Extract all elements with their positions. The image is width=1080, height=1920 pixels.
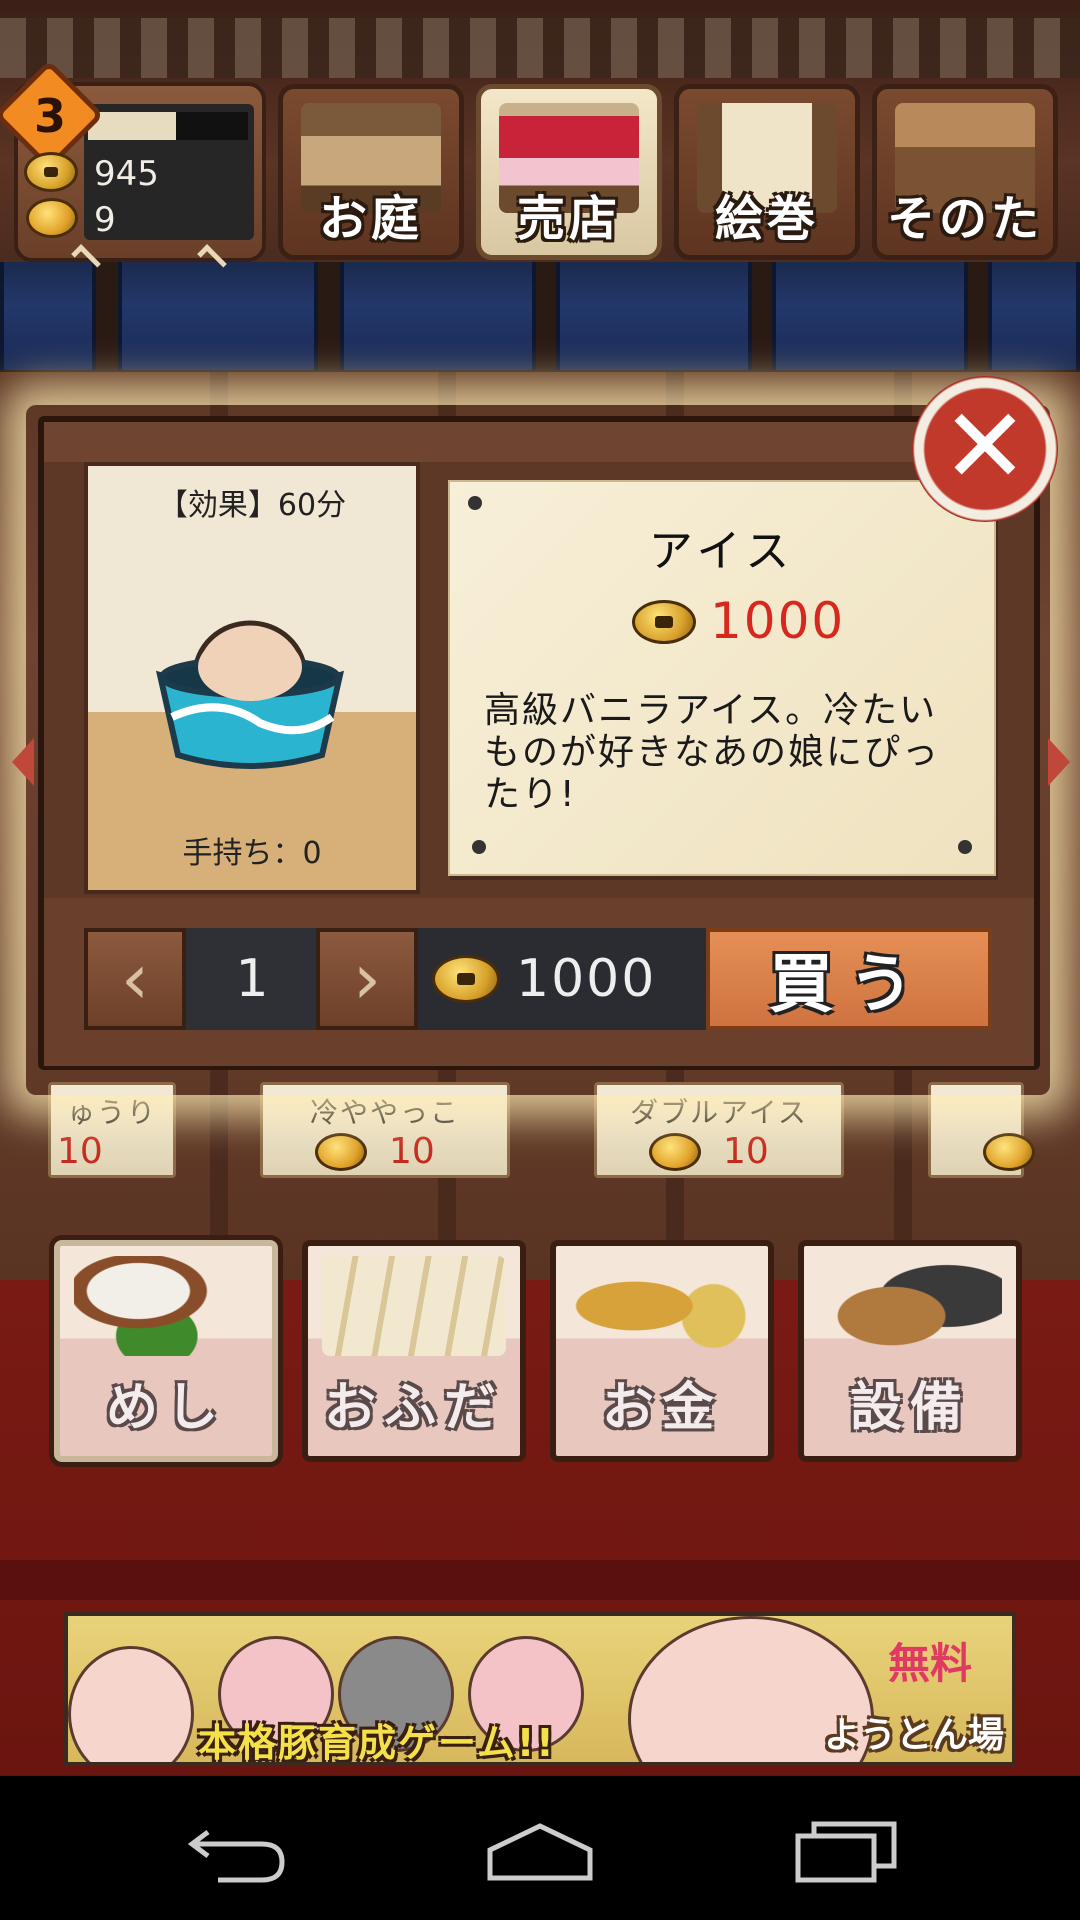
chevron-right-icon: › [353, 938, 381, 1020]
tab-garden-label: お庭 [318, 191, 423, 247]
prev-page-arrow-icon[interactable] [12, 738, 34, 786]
tab-other-label: そのた [886, 191, 1043, 247]
tab-other[interactable]: そのた [872, 84, 1058, 260]
ad-banner[interactable]: 本格豚育成ゲーム!! 無料 ようとん場 [64, 1612, 1016, 1766]
gold-count: 9 [94, 200, 116, 240]
shelf-item-price: 10 [57, 1131, 103, 1172]
pin-icon [472, 840, 486, 854]
category-food-label: めし [105, 1378, 226, 1438]
noren-curtain [0, 262, 96, 370]
gold-koban-icon [315, 1133, 367, 1171]
close-button[interactable]: ✕ [912, 376, 1058, 522]
category-equipment-label: 設備 [849, 1378, 970, 1438]
chevron-left-icon: ‹ [121, 938, 149, 1020]
shelf-item-tag[interactable] [928, 1082, 1035, 1178]
talisman-icon [322, 1256, 506, 1356]
item-name: アイス [648, 526, 796, 577]
gold-koban-icon [983, 1133, 1035, 1171]
noren-curtain [988, 262, 1080, 370]
ad-free-label: 無料 [887, 1639, 972, 1688]
back-icon[interactable] [178, 1810, 298, 1890]
category-money-label: お金 [601, 1378, 722, 1438]
pig-icon [68, 1646, 194, 1762]
ice-cream-icon [155, 620, 345, 769]
category-talisman-label: おふだ [323, 1378, 504, 1438]
equipment-icon [818, 1256, 1002, 1356]
pin-icon [958, 840, 972, 854]
total-price-box: 1000 [418, 928, 706, 1030]
shelf-item-name: 冷ややっこ [309, 1096, 460, 1129]
item-description: 高級バニラアイス。冷たいものが好きなあの娘にぴったり! [484, 690, 941, 815]
quantity-value: 1 [186, 928, 318, 1030]
recents-icon[interactable] [784, 1810, 904, 1890]
player-level: 3 [33, 89, 66, 143]
xp-bar-fill [88, 112, 176, 140]
roof-slats [0, 18, 1080, 78]
category-money[interactable]: お金 [550, 1240, 774, 1462]
buy-button[interactable]: 買う [706, 928, 992, 1030]
category-food[interactable]: めし [54, 1240, 278, 1462]
shelf-item-price: 10 [389, 1131, 435, 1172]
ad-game-title: ようとん場 [823, 1715, 1004, 1756]
tab-garden[interactable]: お庭 [278, 84, 464, 260]
coin-icon [432, 955, 500, 1003]
item-effect: 【効果】60分 [157, 488, 347, 523]
total-price: 1000 [516, 949, 657, 1009]
category-talisman[interactable]: おふだ [302, 1240, 526, 1462]
ad-tagline: 本格豚育成ゲーム!! [198, 1721, 556, 1765]
owned-count: 手持ち：0 [182, 836, 322, 871]
shelf-item-tag[interactable]: 冷ややっこ 10 [260, 1082, 510, 1178]
pin-icon [468, 496, 482, 510]
coin-icon [24, 152, 78, 192]
noren-curtain [556, 262, 752, 370]
shelf-item-name: ダブルアイス [630, 1096, 808, 1129]
tab-scroll[interactable]: 絵巻 [674, 84, 860, 260]
tab-shop-label: 売店 [516, 191, 621, 247]
shelf-item-tag[interactable]: ゅうり 10 [48, 1082, 176, 1178]
gold-koban-icon [649, 1133, 701, 1171]
decrease-quantity-button[interactable]: ‹ [84, 928, 186, 1030]
dialog-header-strip [44, 422, 1034, 462]
floor-band [0, 1560, 1080, 1600]
money-icon [570, 1256, 754, 1356]
home-icon[interactable] [480, 1810, 600, 1890]
food-icon [74, 1256, 258, 1356]
noren-curtain [118, 262, 318, 370]
tab-scroll-label: 絵巻 [714, 191, 819, 247]
close-icon: ✕ [941, 385, 1029, 507]
category-equipment[interactable]: 設備 [798, 1240, 1022, 1462]
coin-icon [632, 600, 696, 644]
item-price: 1000 [710, 592, 846, 650]
noren-curtain [340, 262, 536, 370]
shelf-item-tag[interactable]: ダブルアイス 10 [594, 1082, 844, 1178]
tab-shop[interactable]: 売店 [476, 84, 662, 260]
noren-curtain [772, 262, 968, 370]
shelf-item-name: ゅうり [66, 1096, 157, 1129]
coin-count: 945 [94, 154, 159, 194]
increase-quantity-button[interactable]: › [316, 928, 418, 1030]
next-page-arrow-icon[interactable] [1048, 738, 1070, 786]
shelf-item-price: 10 [723, 1131, 769, 1172]
gold-koban-icon [26, 198, 78, 238]
